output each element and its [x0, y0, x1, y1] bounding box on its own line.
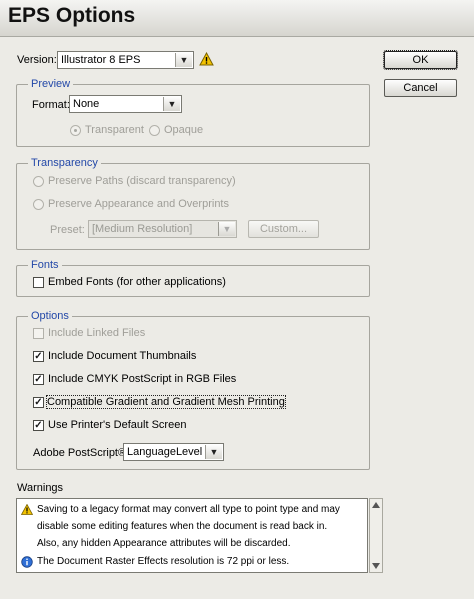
- version-label: Version:: [17, 54, 57, 66]
- chevron-down-icon[interactable]: ▼: [205, 445, 222, 459]
- scroll-up-icon[interactable]: [372, 502, 380, 508]
- compatible-gradient-checkbox[interactable]: ✓: [33, 397, 44, 408]
- warning-line-2: disable some editing features when the d…: [37, 521, 328, 532]
- preview-group: [16, 84, 370, 147]
- transparency-legend: Transparency: [28, 157, 101, 169]
- printers-screen-checkbox[interactable]: ✓: [33, 420, 44, 431]
- custom-button[interactable]: Custom...: [248, 220, 319, 238]
- info-icon: [21, 556, 33, 568]
- preserve-paths-radio[interactable]: [33, 176, 44, 187]
- chevron-down-icon[interactable]: ▼: [163, 97, 180, 111]
- transparent-label: Transparent: [85, 124, 144, 136]
- warnings-label: Warnings: [17, 482, 64, 494]
- dialog-title: EPS Options: [8, 4, 136, 27]
- embed-fonts-label: Embed Fonts (for other applications): [48, 276, 226, 288]
- warning-line-4: The Document Raster Effects resolution i…: [37, 556, 290, 567]
- opaque-label: Opaque: [164, 124, 204, 136]
- include-linked-checkbox[interactable]: [33, 328, 44, 339]
- format-label: Format:: [32, 99, 70, 111]
- include-cmyk-label: Include CMYK PostScript in RGB Files: [48, 373, 237, 385]
- printers-screen-label: Use Printer's Default Screen: [48, 419, 187, 431]
- preview-legend: Preview: [28, 78, 74, 90]
- preset-value: [Medium Resolution]: [92, 223, 193, 235]
- cancel-button[interactable]: Cancel: [384, 79, 457, 97]
- compatible-gradient-label: Compatible Gradient and Gradient Mesh Pr…: [46, 395, 286, 409]
- postscript-value: LanguageLevel 2: [127, 446, 212, 458]
- transparent-radio[interactable]: [70, 125, 81, 136]
- warning-line-3: Also, any hidden Appearance attributes w…: [37, 538, 291, 549]
- options-legend: Options: [28, 310, 72, 322]
- title-bar[interactable]: EPS Options: [0, 0, 474, 37]
- opaque-radio[interactable]: [149, 125, 160, 136]
- include-thumbnails-checkbox[interactable]: ✓: [33, 351, 44, 362]
- warnings-box: Saving to a legacy format may convert al…: [16, 498, 368, 573]
- preset-select[interactable]: [Medium Resolution] ▼: [88, 220, 237, 238]
- format-select[interactable]: None ▼: [69, 95, 182, 113]
- scroll-down-icon[interactable]: [372, 563, 380, 569]
- include-linked-label: Include Linked Files: [48, 327, 146, 339]
- postscript-select[interactable]: LanguageLevel 2 ▼: [123, 443, 224, 461]
- format-value: None: [73, 98, 100, 110]
- version-select[interactable]: Illustrator 8 EPS ▼: [57, 51, 194, 69]
- fonts-legend: Fonts: [28, 259, 62, 271]
- chevron-down-icon[interactable]: ▼: [218, 222, 235, 236]
- include-thumbnails-label: Include Document Thumbnails: [48, 350, 197, 362]
- chevron-down-icon[interactable]: ▼: [175, 53, 192, 67]
- postscript-label: Adobe PostScript®:: [33, 447, 130, 459]
- warning-icon: [21, 504, 33, 515]
- embed-fonts-checkbox[interactable]: [33, 277, 44, 288]
- preserve-appearance-radio[interactable]: [33, 199, 44, 210]
- preset-label: Preset:: [50, 224, 85, 236]
- warning-line-1: Saving to a legacy format may convert al…: [37, 504, 340, 515]
- ok-button[interactable]: OK: [383, 50, 458, 70]
- preserve-appearance-label: Preserve Appearance and Overprints: [48, 198, 229, 210]
- preserve-paths-label: Preserve Paths (discard transparency): [48, 175, 236, 187]
- include-cmyk-checkbox[interactable]: ✓: [33, 374, 44, 385]
- version-value: Illustrator 8 EPS: [61, 54, 141, 66]
- warning-icon: [199, 52, 214, 66]
- eps-options-dialog: EPS Options Version: Illustrator 8 EPS ▼…: [0, 0, 474, 599]
- warnings-scrollbar[interactable]: [369, 498, 383, 573]
